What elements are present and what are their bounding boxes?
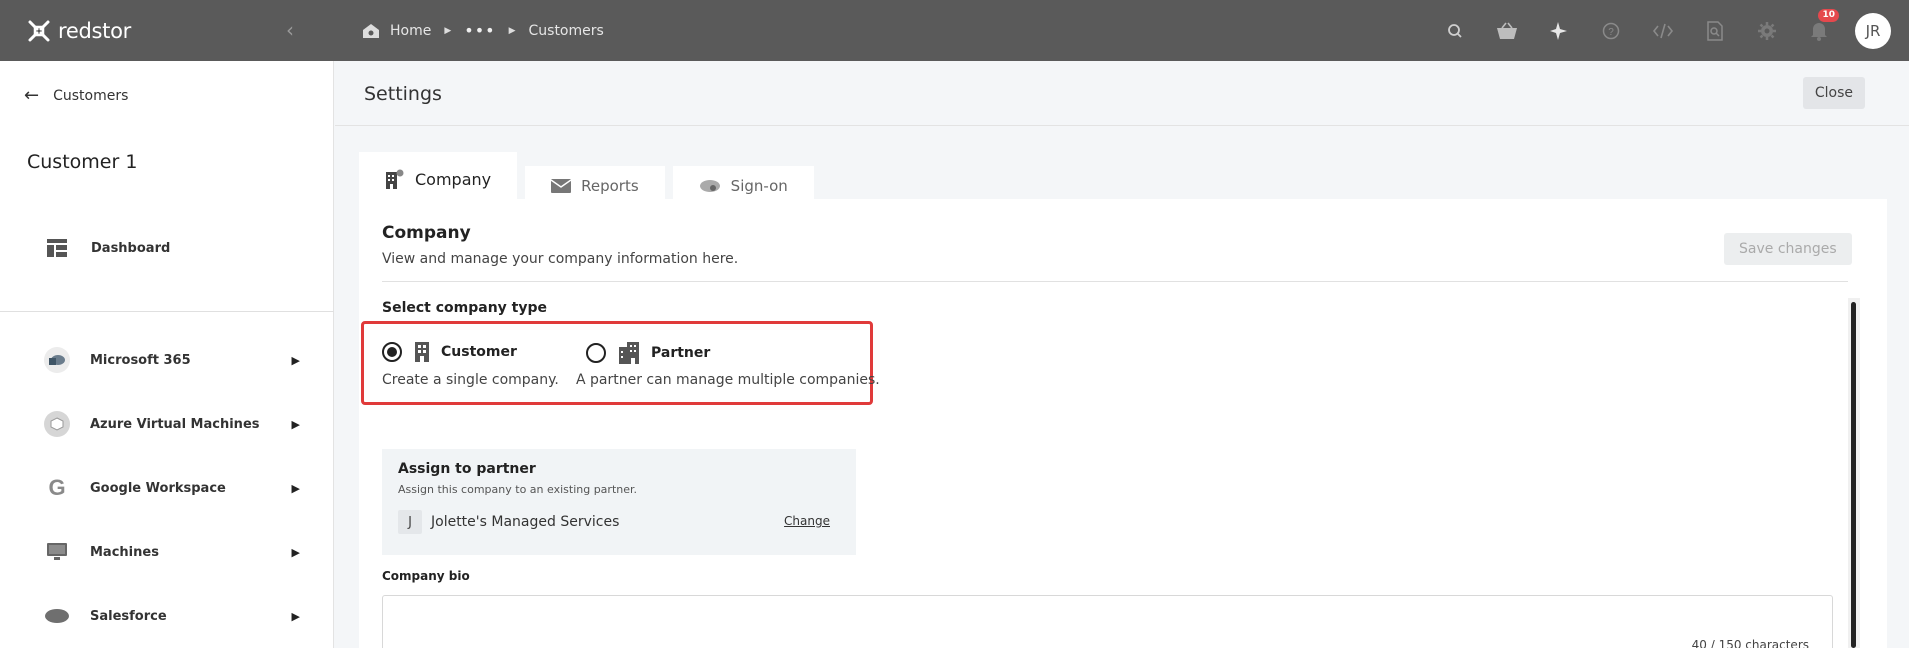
azure-vm-icon (44, 411, 70, 437)
company-type-label: Select company type (382, 300, 548, 316)
close-button[interactable]: Close (1802, 77, 1865, 109)
microsoft-365-icon (44, 347, 70, 373)
sidebar-item-machines[interactable]: Machines ▶ (44, 539, 300, 565)
section-subtitle: View and manage your company information… (382, 251, 739, 267)
help-icon[interactable]: ? (1585, 0, 1637, 61)
partner-radio[interactable] (586, 343, 606, 363)
tab-company[interactable]: Company (359, 152, 518, 206)
assign-partner-subtitle: Assign this company to an existing partn… (398, 483, 638, 496)
tab-label: Sign-on (730, 177, 788, 195)
company-type-partner-option[interactable]: Partner (586, 341, 710, 365)
change-partner-link[interactable]: Change (784, 514, 830, 528)
svg-text:?: ? (1608, 27, 1614, 38)
settings-tabs: Company Reports Sign-on (359, 152, 822, 206)
assigned-partner: J Jolette's Managed Services (398, 510, 619, 534)
sidebar-item-azure-virtual-machines[interactable]: Azure Virtual Machines ▶ (44, 411, 300, 437)
arrow-left-icon: ← (24, 85, 40, 106)
customer-title: Customer 1 (27, 151, 138, 173)
home-icon[interactable] (362, 23, 380, 39)
notification-badge: 10 (1818, 9, 1839, 22)
character-count: 40 / 150 characters (1691, 638, 1809, 648)
chevron-right-icon: ▶ (444, 25, 452, 36)
scrollbar[interactable] (1848, 298, 1860, 648)
company-bio-textarea[interactable]: 40 / 150 characters (382, 595, 1833, 648)
sidebar-item-label: Azure Virtual Machines (90, 416, 260, 432)
collapse-sidebar-icon[interactable]: ‹ (286, 18, 294, 42)
caret-right-icon[interactable]: ▶ (292, 482, 300, 495)
partner-option-description: A partner can manage multiple companies. (576, 372, 880, 388)
assign-partner-card: Assign to partner Assign this company to… (382, 449, 856, 555)
partner-option-label: Partner (651, 345, 711, 361)
brand: redstor ‹ (0, 0, 334, 61)
sidebar-item-label: Dashboard (91, 240, 171, 256)
customer-radio[interactable] (382, 342, 402, 362)
tab-label: Company (415, 169, 492, 189)
monitor-icon (44, 539, 70, 565)
customer-option-label: Customer (441, 344, 517, 360)
section-title: Company (382, 223, 471, 243)
chevron-right-icon: ▶ (508, 25, 516, 36)
sidebar: ← Customers Customer 1 Dashboard Microso… (0, 61, 334, 648)
assign-partner-title: Assign to partner (398, 461, 536, 477)
main-content: Settings Close Company Reports Sign-on C… (335, 61, 1909, 648)
tab-label: Reports (581, 177, 639, 195)
partner-name: Jolette's Managed Services (431, 514, 620, 530)
code-icon[interactable] (1637, 0, 1689, 61)
section-divider (382, 281, 1848, 282)
bell-icon[interactable]: 10 (1793, 0, 1845, 61)
buildings-icon (618, 341, 640, 365)
top-icons: ? 10 JR (1429, 0, 1909, 61)
search-icon[interactable] (1429, 0, 1481, 61)
company-settings-icon (385, 168, 405, 190)
building-icon (414, 341, 430, 363)
dashboard-icon (47, 239, 67, 257)
caret-right-icon[interactable]: ▶ (292, 354, 300, 367)
sidebar-item-label: Google Workspace (90, 480, 226, 496)
company-bio-label: Company bio (382, 569, 470, 583)
sidebar-item-microsoft-365[interactable]: Microsoft 365 ▶ (44, 347, 300, 373)
sidebar-item-label: Machines (90, 544, 159, 560)
gear-icon[interactable] (1741, 0, 1793, 61)
sidebar-item-salesforce[interactable]: Salesforce ▶ (44, 603, 300, 629)
caret-right-icon[interactable]: ▶ (292, 610, 300, 623)
company-panel: Company View and manage your company inf… (359, 199, 1887, 648)
sidebar-item-label: Microsoft 365 (90, 352, 191, 368)
sidebar-item-dashboard[interactable]: Dashboard (47, 239, 170, 257)
envelope-icon (551, 178, 572, 194)
redstor-logo-icon[interactable] (26, 18, 52, 44)
caret-right-icon[interactable]: ▶ (292, 418, 300, 431)
sidebar-item-google-workspace[interactable]: G Google Workspace ▶ (44, 475, 300, 501)
brand-name: redstor (58, 18, 131, 43)
company-type-customer-option[interactable]: Customer (382, 341, 517, 363)
customer-option-description: Create a single company. (382, 372, 559, 388)
back-label: Customers (53, 87, 129, 104)
cloud-key-icon (699, 177, 721, 195)
back-to-customers-link[interactable]: ← Customers (24, 85, 128, 106)
page-header: Settings Close (335, 61, 1909, 126)
salesforce-icon (44, 603, 70, 629)
top-bar: redstor ‹ Home ▶ ••• ▶ Customers ? 10 JR (0, 0, 1909, 61)
breadcrumb-ellipsis[interactable]: ••• (464, 21, 495, 40)
sidebar-item-label: Salesforce (90, 608, 167, 624)
page-title: Settings (364, 83, 442, 105)
partner-initial-avatar: J (398, 510, 422, 534)
breadcrumb-current: Customers (528, 22, 604, 39)
breadcrumb-home[interactable]: Home (390, 23, 431, 39)
google-icon: G (44, 475, 70, 501)
scrollbar-thumb[interactable] (1851, 302, 1856, 648)
breadcrumb: Home ▶ ••• ▶ Customers (362, 21, 604, 40)
save-changes-button[interactable]: Save changes (1724, 233, 1852, 265)
basket-icon[interactable] (1481, 0, 1533, 61)
document-search-icon[interactable] (1689, 0, 1741, 61)
sidebar-divider (0, 311, 334, 312)
user-avatar[interactable]: JR (1855, 12, 1891, 49)
caret-right-icon[interactable]: ▶ (292, 546, 300, 559)
sparkle-icon[interactable] (1533, 0, 1585, 61)
